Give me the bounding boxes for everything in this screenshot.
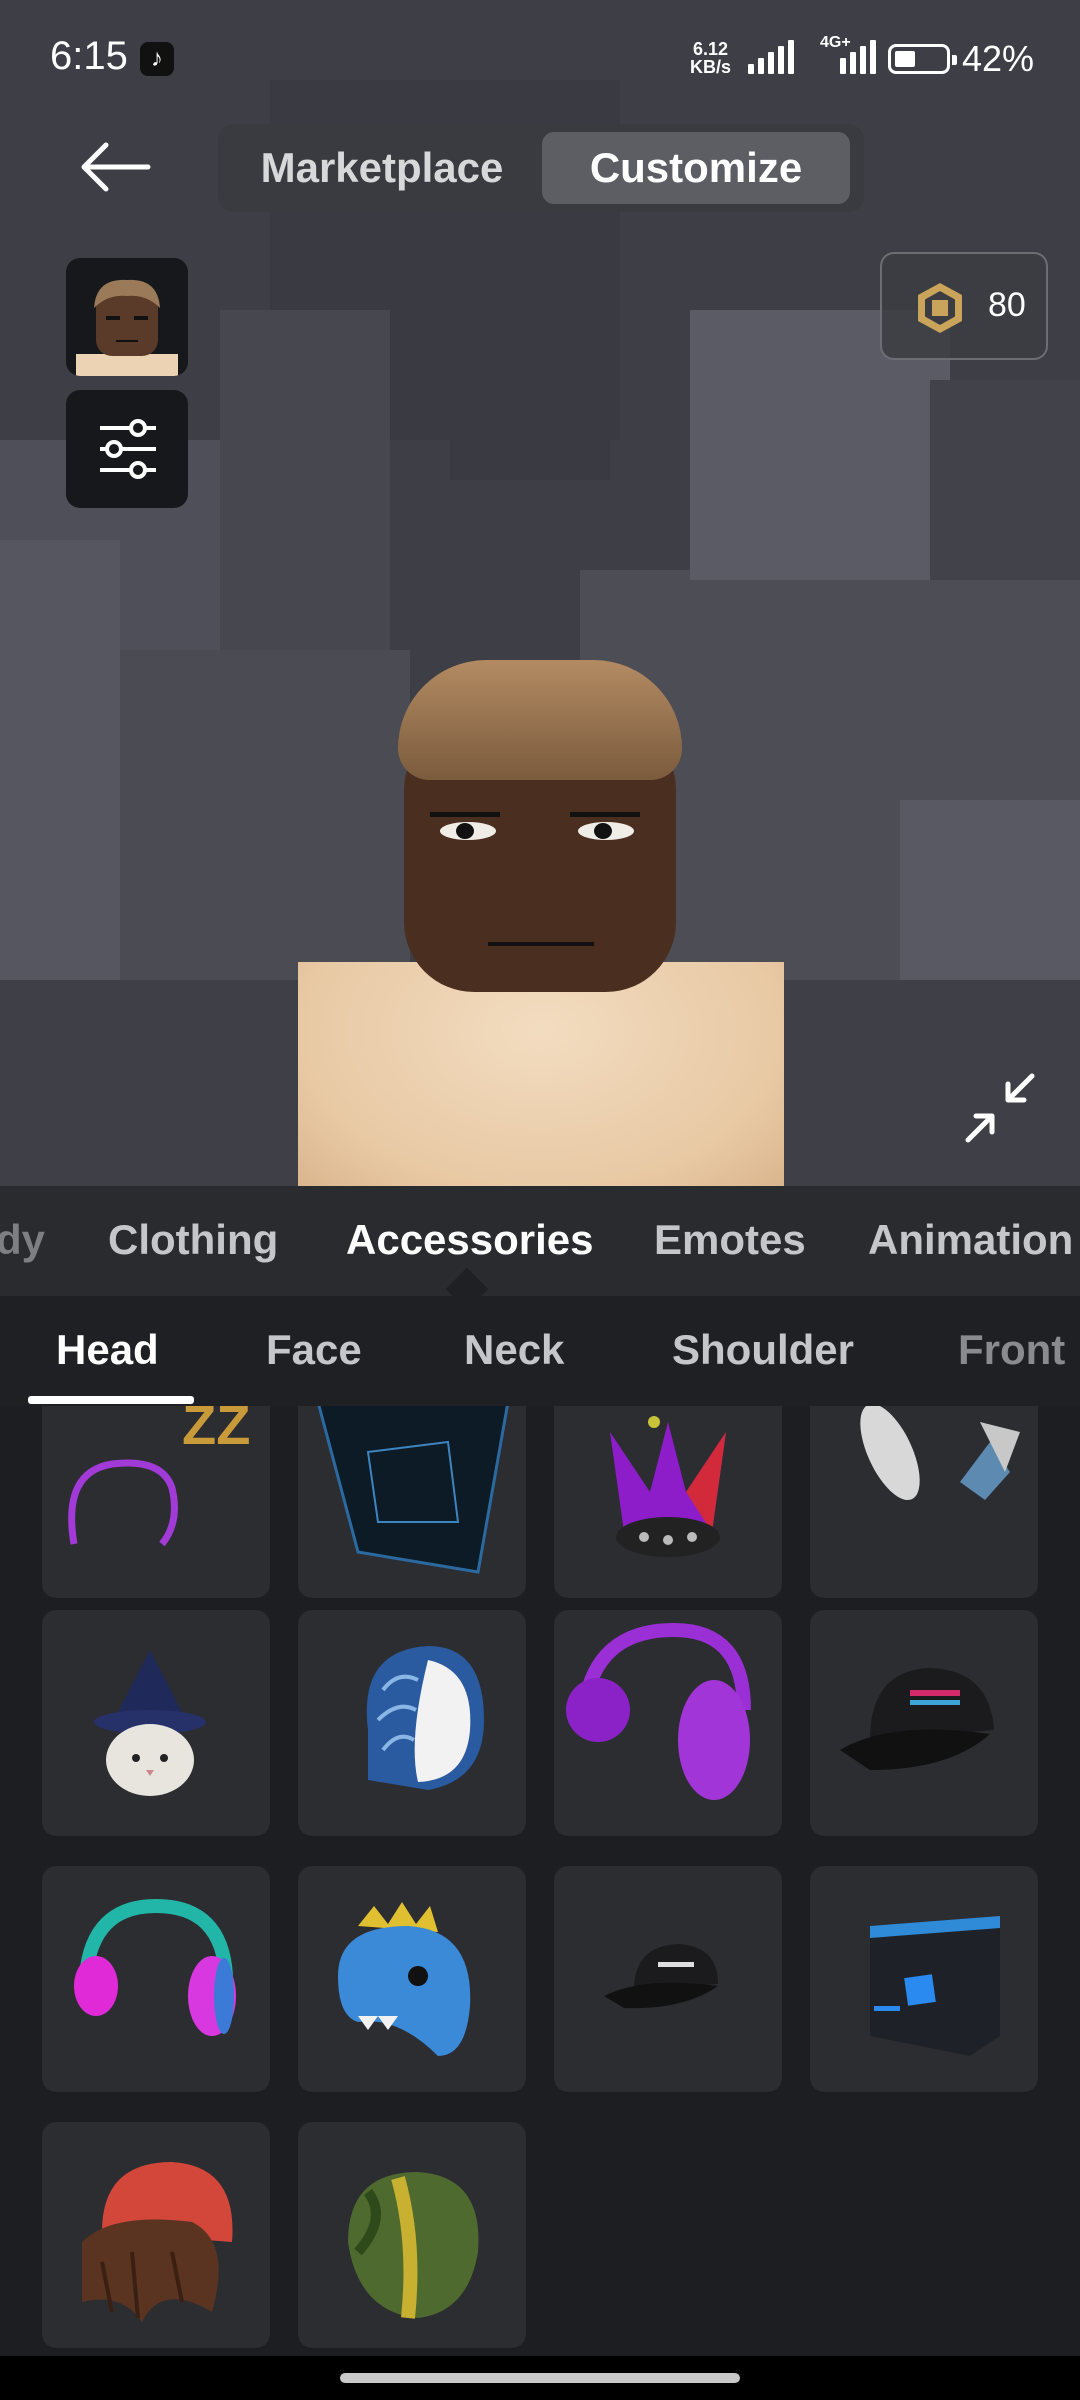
home-indicator[interactable]: [340, 2373, 740, 2383]
tab-clothing[interactable]: Clothing: [108, 1216, 278, 1264]
subtab-neck[interactable]: Neck: [464, 1326, 564, 1374]
back-button[interactable]: [70, 132, 160, 202]
green-hood-item: [348, 2172, 479, 2319]
spiked-crown-item: [610, 1416, 726, 1557]
battery-percent: 42%: [962, 38, 1035, 79]
network-speed: 6.12 KB/s: [690, 39, 732, 77]
item-black-cap[interactable]: [810, 1610, 1038, 1836]
tab-body[interactable]: dy: [0, 1216, 45, 1264]
signal-icon-2: [840, 40, 876, 74]
bunny-ears-item: [860, 1406, 1020, 1501]
item-red-beanie-hair[interactable]: [42, 2122, 270, 2348]
tab-animation[interactable]: Animation: [868, 1216, 1073, 1264]
item-spiked-crown[interactable]: [554, 1406, 782, 1598]
avatar-head-icon: [76, 279, 178, 376]
zzz-headband-item: ZZ: [68, 1406, 250, 1547]
item-dark-cube[interactable]: [298, 1406, 526, 1598]
cat-wizard-hat-item: [94, 1650, 206, 1796]
item-blue-dino-hat[interactable]: [298, 1866, 526, 2092]
tiktok-notification-icon: ♪: [140, 42, 174, 76]
arrow-left-icon: [81, 142, 151, 192]
robux-icon: [918, 283, 962, 333]
blue-hood-item: [366, 1646, 484, 1790]
settings-sliders-button[interactable]: [66, 390, 188, 508]
tab-marketplace[interactable]: Marketplace: [232, 132, 532, 204]
battery-icon: [888, 44, 957, 74]
selected-subtab-underline: [28, 1396, 194, 1404]
tab-accessories[interactable]: Accessories: [346, 1216, 594, 1264]
blue-dino-hat-item: [338, 1902, 471, 2056]
subtab-head[interactable]: Head: [56, 1326, 159, 1374]
sliders-icon: [100, 419, 156, 479]
subtab-front[interactable]: Front: [958, 1326, 1065, 1374]
status-bar: 6:15 ♪ 6.12 KB/s 4G+ 42%: [0, 0, 1080, 120]
svg-text:ZZ: ZZ: [182, 1406, 250, 1456]
avatar-thumbnail-button[interactable]: [66, 258, 188, 376]
item-bunny-ears[interactable]: [810, 1406, 1038, 1598]
subtab-face[interactable]: Face: [266, 1326, 362, 1374]
status-time: 6:15: [50, 34, 128, 78]
item-blue-light-cube[interactable]: [810, 1866, 1038, 2092]
purple-headphones-item: [566, 1622, 751, 1800]
red-beanie-hair-item: [82, 2162, 233, 2322]
neon-headphones-item: [74, 1898, 236, 2036]
item-purple-headphones[interactable]: [554, 1610, 782, 1836]
item-blue-hood[interactable]: [298, 1610, 526, 1836]
subtab-shoulder[interactable]: Shoulder: [672, 1326, 854, 1374]
robux-amount: 80: [988, 286, 1026, 324]
collapse-arrows-icon: [965, 1073, 1035, 1143]
blue-light-cube-item: [870, 1916, 1000, 2056]
tab-customize[interactable]: Customize: [542, 132, 850, 204]
item-neon-headphones[interactable]: [42, 1866, 270, 2092]
marketplace-customize-toggle: Marketplace Customize: [218, 124, 864, 212]
tab-emotes[interactable]: Emotes: [654, 1216, 806, 1264]
accessory-grid: ZZ: [0, 1406, 1080, 2360]
item-roblox-cap[interactable]: [554, 1866, 782, 2092]
robux-balance-button[interactable]: 80: [880, 252, 1048, 360]
dark-cube-hat-item: [317, 1406, 509, 1574]
item-cat-wizard-hat[interactable]: [42, 1610, 270, 1836]
signal-icon: [748, 40, 794, 74]
collapse-preview-button[interactable]: [962, 1070, 1038, 1146]
item-green-hood[interactable]: [298, 2122, 526, 2348]
black-cap-item: [840, 1668, 994, 1770]
item-zzz-headband[interactable]: ZZ: [42, 1406, 270, 1598]
roblox-cap-item: [604, 1944, 718, 2009]
